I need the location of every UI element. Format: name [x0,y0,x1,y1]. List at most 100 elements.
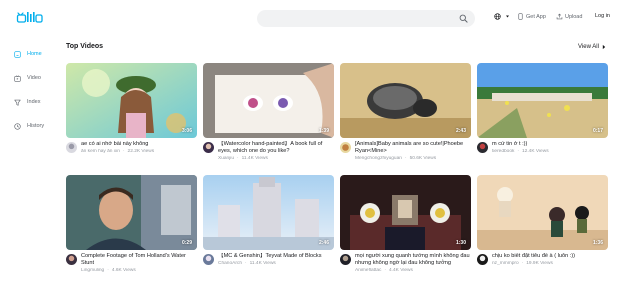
separator-dot: · [245,260,247,266]
avatar[interactable] [203,142,214,153]
video-duration: 1:39 [318,128,329,134]
login-button[interactable]: Log in [595,13,610,19]
video-duration: 1:36 [592,240,603,246]
video-card[interactable]: 1:36 chịu ko biết đặt tiêu đề à ( luôn :… [477,175,608,266]
channel-name[interactable]: Mengchongzhiyuguan [355,156,402,161]
phone-icon [518,13,523,20]
video-thumbnail[interactable]: 1:39 [203,63,334,138]
video-thumbnail[interactable]: 3:06 [66,63,197,138]
avatar[interactable] [477,142,488,153]
upload-icon [556,13,563,20]
sidebar-item-index[interactable]: Index [14,90,60,114]
avatar[interactable] [340,254,351,265]
video-duration: 3:06 [181,128,192,134]
video-title[interactable]: m cứ tin ở t :)) [492,141,608,148]
video-title[interactable]: mọi người xung quanh tưởng mình không đa… [355,253,471,267]
sidebar-item-home[interactable]: Home [14,42,60,66]
separator-dot: · [122,148,125,154]
video-thumbnail[interactable]: 2:46 [203,175,334,250]
video-thumbnail[interactable]: 1:36 [477,175,608,250]
sidebar-item-label: Video [27,75,41,81]
thumbnail-image [340,175,471,250]
video-title[interactable]: 【MC & Genshin】Teyvat Made of Blocks [218,253,334,260]
channel-name[interactable]: Lingmuling [81,268,104,273]
avatar[interactable] [66,254,77,265]
channel-name[interactable]: ăn kem hay ăn xin [81,149,120,154]
sidebar-item-label: History [27,123,45,129]
video-duration: 0:17 [592,128,603,134]
thumbnail-image [477,175,608,250]
video-thumbnail[interactable]: 0:17 [477,63,608,138]
avatar[interactable] [203,254,214,265]
thumbnail-image [66,175,197,250]
video-title[interactable]: [Animals]Baby animals are so cute!|Phoeb… [355,141,471,155]
video-card[interactable]: 1:39 【Watercolor hand-painted】A book ful… [203,63,334,161]
sidebar-item-label: Home [27,51,42,57]
video-title[interactable]: Complete Footage of Tom Holland's Water … [81,253,197,267]
search-input[interactable] [257,13,447,30]
video-card[interactable]: 1:30 mọi người xung quanh tưởng mình khô… [340,175,471,273]
separator-dot: · [404,155,407,161]
thumbnail-image [477,63,608,138]
separator-dot: · [384,267,387,273]
channel-name[interactable]: Animeflattac [355,268,381,273]
filter-icon [14,99,21,106]
search-icon[interactable] [459,14,468,23]
separator-dot: · [107,267,109,273]
get-app-button[interactable]: Get App [517,13,546,20]
view-count: 4.6K Views [111,267,136,273]
channel-name[interactable]: ChanoArch [218,261,242,266]
separator-dot: · [237,155,239,161]
thumbnail-image [203,63,334,138]
video-icon [14,74,21,82]
thumbnail-image [203,175,334,250]
view-count: 12.4K Views [522,148,549,154]
separator-dot: · [521,260,524,266]
avatar[interactable] [340,142,351,153]
channel-name[interactable]: nz_mmmpro [492,261,519,266]
sidebar: Home Video Index History [14,42,60,138]
sidebar-item-history[interactable]: History [14,114,60,138]
video-thumbnail[interactable]: 0:29 [66,175,197,250]
language-selector[interactable] [494,13,510,20]
video-card[interactable]: 3:06 ae có ai nhớ bài này không ăn kem h… [66,63,197,154]
home-icon [14,50,21,58]
avatar[interactable] [66,142,77,153]
chevron-down-icon [506,15,509,18]
video-card[interactable]: 2:43 [Animals]Baby animals are so cute!|… [340,63,471,161]
bilibili-logo[interactable] [16,10,44,24]
separator-dot: · [517,148,520,154]
section-title: Top Videos [66,43,104,50]
history-icon [14,122,21,130]
video-title[interactable]: chịu ko biết đặt tiêu đề à ( luôn :)) [492,253,608,260]
view-all-link[interactable]: View All [578,44,607,50]
video-thumbnail[interactable]: 1:30 [340,175,471,250]
channel-name[interactable]: tieredbook [492,149,514,154]
video-title[interactable]: 【Watercolor hand-painted】A book full of … [218,141,334,155]
video-card[interactable]: 0:17 m cứ tin ở t :)) tieredbook · 12.4K V… [477,63,608,154]
globe-icon [494,13,501,20]
search-bar[interactable] [257,10,475,30]
video-duration: 2:46 [318,240,329,246]
video-card[interactable]: 2:46 【MC & Genshin】Teyvat Made of Blocks… [203,175,334,266]
view-count: 11.4K Views [241,155,268,161]
video-thumbnail[interactable]: 2:43 [340,63,471,138]
sidebar-item-label: Index [27,99,41,105]
view-count: 22.2K Views [127,148,155,154]
video-duration: 2:43 [455,128,466,134]
view-count: 50.6K Views [409,155,437,161]
thumbnail-image [340,63,471,138]
video-duration: 1:30 [455,240,466,246]
video-card[interactable]: 0:29 Complete Footage of Tom Holland's W… [66,175,197,273]
channel-name[interactable]: Xuanjiu [218,156,234,161]
avatar[interactable] [477,254,488,265]
sidebar-item-video[interactable]: Video [14,66,60,90]
view-count: 19.9K Views [526,260,553,266]
view-count: 11.4K Views [249,260,276,266]
thumbnail-image [66,63,197,138]
video-duration: 0:29 [181,240,192,246]
chevron-right-icon [602,44,606,50]
upload-button[interactable]: Upload [556,13,582,20]
view-count: 4.4K Views [389,267,413,273]
video-title[interactable]: ae có ai nhớ bài này không [81,141,197,148]
